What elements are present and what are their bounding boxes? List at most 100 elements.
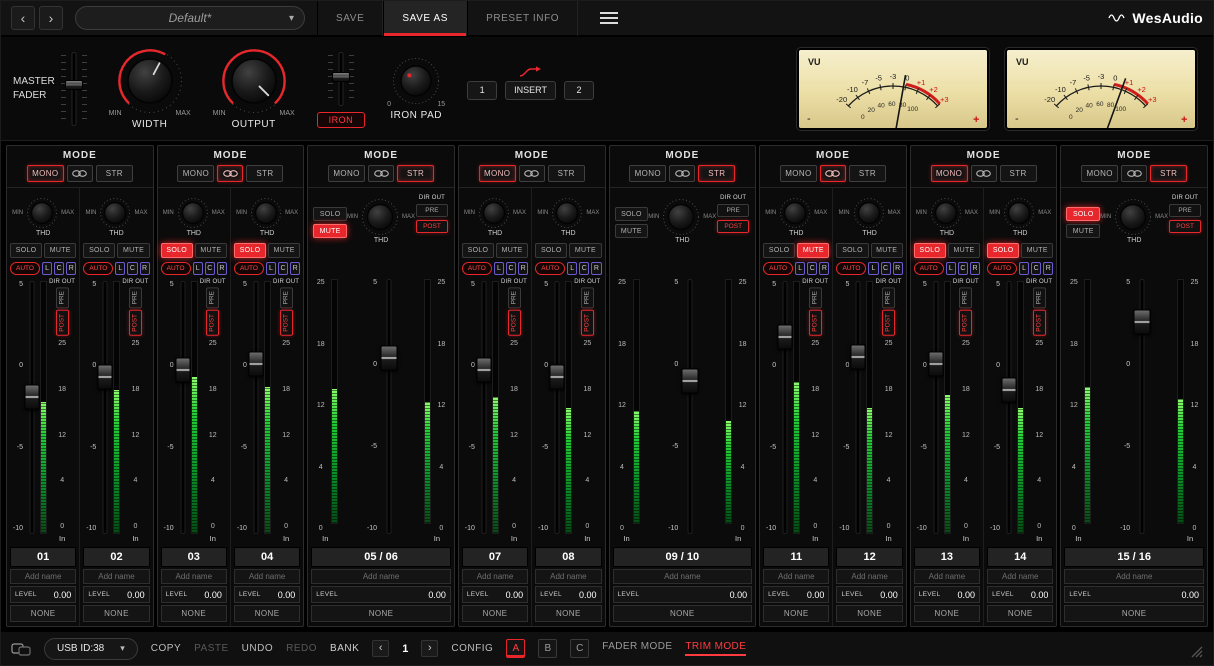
menu-button[interactable] bbox=[588, 0, 630, 36]
channel-name-input[interactable]: Add name bbox=[83, 569, 149, 584]
snapshot-b-button[interactable]: B bbox=[538, 639, 557, 658]
pan-left-button[interactable]: L bbox=[193, 262, 203, 275]
mute-button[interactable]: MUTE bbox=[948, 243, 980, 258]
pan-center-button[interactable]: C bbox=[579, 262, 589, 275]
link-mode-button[interactable] bbox=[67, 165, 93, 182]
channel-name-input[interactable]: Add name bbox=[462, 569, 528, 584]
channel-name-input[interactable]: Add name bbox=[914, 569, 980, 584]
auto-button[interactable]: AUTO bbox=[234, 262, 264, 275]
pan-left-button[interactable]: L bbox=[115, 262, 125, 275]
fader-handle[interactable] bbox=[65, 80, 83, 90]
iron-badge[interactable]: IRON bbox=[317, 112, 366, 128]
auto-button[interactable]: AUTO bbox=[914, 262, 944, 275]
pre-button[interactable]: PRE bbox=[1033, 287, 1046, 308]
link-mode-button[interactable] bbox=[519, 165, 545, 182]
fader-handle[interactable] bbox=[778, 324, 793, 349]
channel-name-input[interactable]: Add name bbox=[1064, 569, 1204, 584]
thd-knob[interactable] bbox=[99, 197, 131, 229]
auto-button[interactable]: AUTO bbox=[161, 262, 191, 275]
mute-button[interactable]: MUTE bbox=[871, 243, 903, 258]
pan-right-button[interactable]: R bbox=[217, 262, 227, 275]
pre-button[interactable]: PRE bbox=[882, 287, 895, 308]
mute-button[interactable]: MUTE bbox=[44, 243, 76, 258]
solo-button[interactable]: SOLO bbox=[763, 243, 795, 258]
channel-name-input[interactable]: Add name bbox=[763, 569, 829, 584]
fader-handle[interactable] bbox=[851, 344, 866, 369]
post-button[interactable]: POST bbox=[717, 220, 749, 233]
pan-center-button[interactable]: C bbox=[958, 262, 968, 275]
preset-info-button[interactable]: PRESET INFO bbox=[467, 0, 578, 36]
pan-right-button[interactable]: R bbox=[893, 262, 903, 275]
channel-fader[interactable] bbox=[681, 279, 699, 534]
iron-toggle[interactable] bbox=[328, 50, 354, 108]
pan-center-button[interactable]: C bbox=[881, 262, 891, 275]
thd-knob[interactable] bbox=[930, 197, 962, 229]
mono-mode-button[interactable]: MONO bbox=[629, 165, 666, 182]
post-button[interactable]: POST bbox=[1169, 220, 1201, 233]
channel-name-input[interactable]: Add name bbox=[613, 569, 753, 584]
channel-name-input[interactable]: Add name bbox=[234, 569, 300, 584]
auto-button[interactable]: AUTO bbox=[462, 262, 492, 275]
thd-knob[interactable] bbox=[853, 197, 885, 229]
link-mode-button[interactable] bbox=[368, 165, 394, 182]
insert-1-button[interactable]: 1 bbox=[467, 81, 497, 100]
mute-button[interactable]: MUTE bbox=[569, 243, 601, 258]
pan-right-button[interactable]: R bbox=[66, 262, 76, 275]
solo-button[interactable]: SOLO bbox=[234, 243, 266, 258]
pan-left-button[interactable]: L bbox=[266, 262, 276, 275]
config-button[interactable]: CONFIG bbox=[451, 643, 493, 654]
channel-fader[interactable] bbox=[25, 281, 39, 534]
channel-fader[interactable] bbox=[929, 281, 943, 534]
mute-button[interactable]: MUTE bbox=[1066, 224, 1100, 238]
post-button[interactable]: POST bbox=[1033, 310, 1046, 336]
channel-fader[interactable] bbox=[550, 281, 564, 534]
post-button[interactable]: POST bbox=[508, 310, 521, 336]
route-select[interactable]: NONE bbox=[763, 605, 829, 622]
mute-button[interactable]: MUTE bbox=[615, 224, 649, 238]
thd-knob[interactable] bbox=[478, 197, 510, 229]
pre-button[interactable]: PRE bbox=[206, 287, 219, 308]
redo-button[interactable]: REDO bbox=[286, 643, 317, 654]
channel-fader[interactable] bbox=[1002, 281, 1016, 534]
thd-knob[interactable] bbox=[26, 197, 58, 229]
pan-center-button[interactable]: C bbox=[1031, 262, 1041, 275]
pre-button[interactable]: PRE bbox=[56, 287, 69, 308]
thd-knob[interactable] bbox=[250, 197, 282, 229]
paste-button[interactable]: PASTE bbox=[194, 643, 229, 654]
pre-button[interactable]: PRE bbox=[809, 287, 822, 308]
pan-right-button[interactable]: R bbox=[290, 262, 300, 275]
channel-name-input[interactable]: Add name bbox=[987, 569, 1053, 584]
thd-knob[interactable] bbox=[779, 197, 811, 229]
save-button[interactable]: SAVE bbox=[317, 0, 383, 36]
post-button[interactable]: POST bbox=[56, 310, 69, 336]
pre-button[interactable]: PRE bbox=[581, 287, 594, 308]
snapshot-a-button[interactable]: A bbox=[506, 639, 525, 658]
mono-mode-button[interactable]: MONO bbox=[177, 165, 214, 182]
pre-button[interactable]: PRE bbox=[1169, 204, 1201, 217]
mute-button[interactable]: MUTE bbox=[313, 224, 347, 238]
fader-handle[interactable] bbox=[25, 385, 40, 410]
thd-knob[interactable] bbox=[361, 198, 399, 236]
pan-right-button[interactable]: R bbox=[140, 262, 150, 275]
pre-button[interactable]: PRE bbox=[416, 204, 448, 217]
mono-mode-button[interactable]: MONO bbox=[780, 165, 817, 182]
post-button[interactable]: POST bbox=[882, 310, 895, 336]
link-mode-button[interactable] bbox=[971, 165, 997, 182]
auto-button[interactable]: AUTO bbox=[836, 262, 866, 275]
trim-mode-button[interactable]: TRIM MODE bbox=[685, 641, 746, 656]
auto-button[interactable]: AUTO bbox=[987, 262, 1017, 275]
pan-right-button[interactable]: R bbox=[518, 262, 528, 275]
route-select[interactable]: NONE bbox=[613, 605, 753, 622]
pre-button[interactable]: PRE bbox=[129, 287, 142, 308]
pre-button[interactable]: PRE bbox=[717, 204, 749, 217]
bank-next-button[interactable]: › bbox=[421, 640, 438, 657]
thd-knob[interactable] bbox=[662, 198, 700, 236]
channel-fader[interactable] bbox=[249, 281, 263, 534]
pan-center-button[interactable]: C bbox=[205, 262, 215, 275]
channel-fader[interactable] bbox=[851, 281, 865, 534]
mono-mode-button[interactable]: MONO bbox=[931, 165, 968, 182]
pan-left-button[interactable]: L bbox=[868, 262, 878, 275]
route-select[interactable]: NONE bbox=[83, 605, 149, 622]
insert-button[interactable]: INSERT bbox=[505, 81, 556, 100]
route-select[interactable]: NONE bbox=[914, 605, 980, 622]
